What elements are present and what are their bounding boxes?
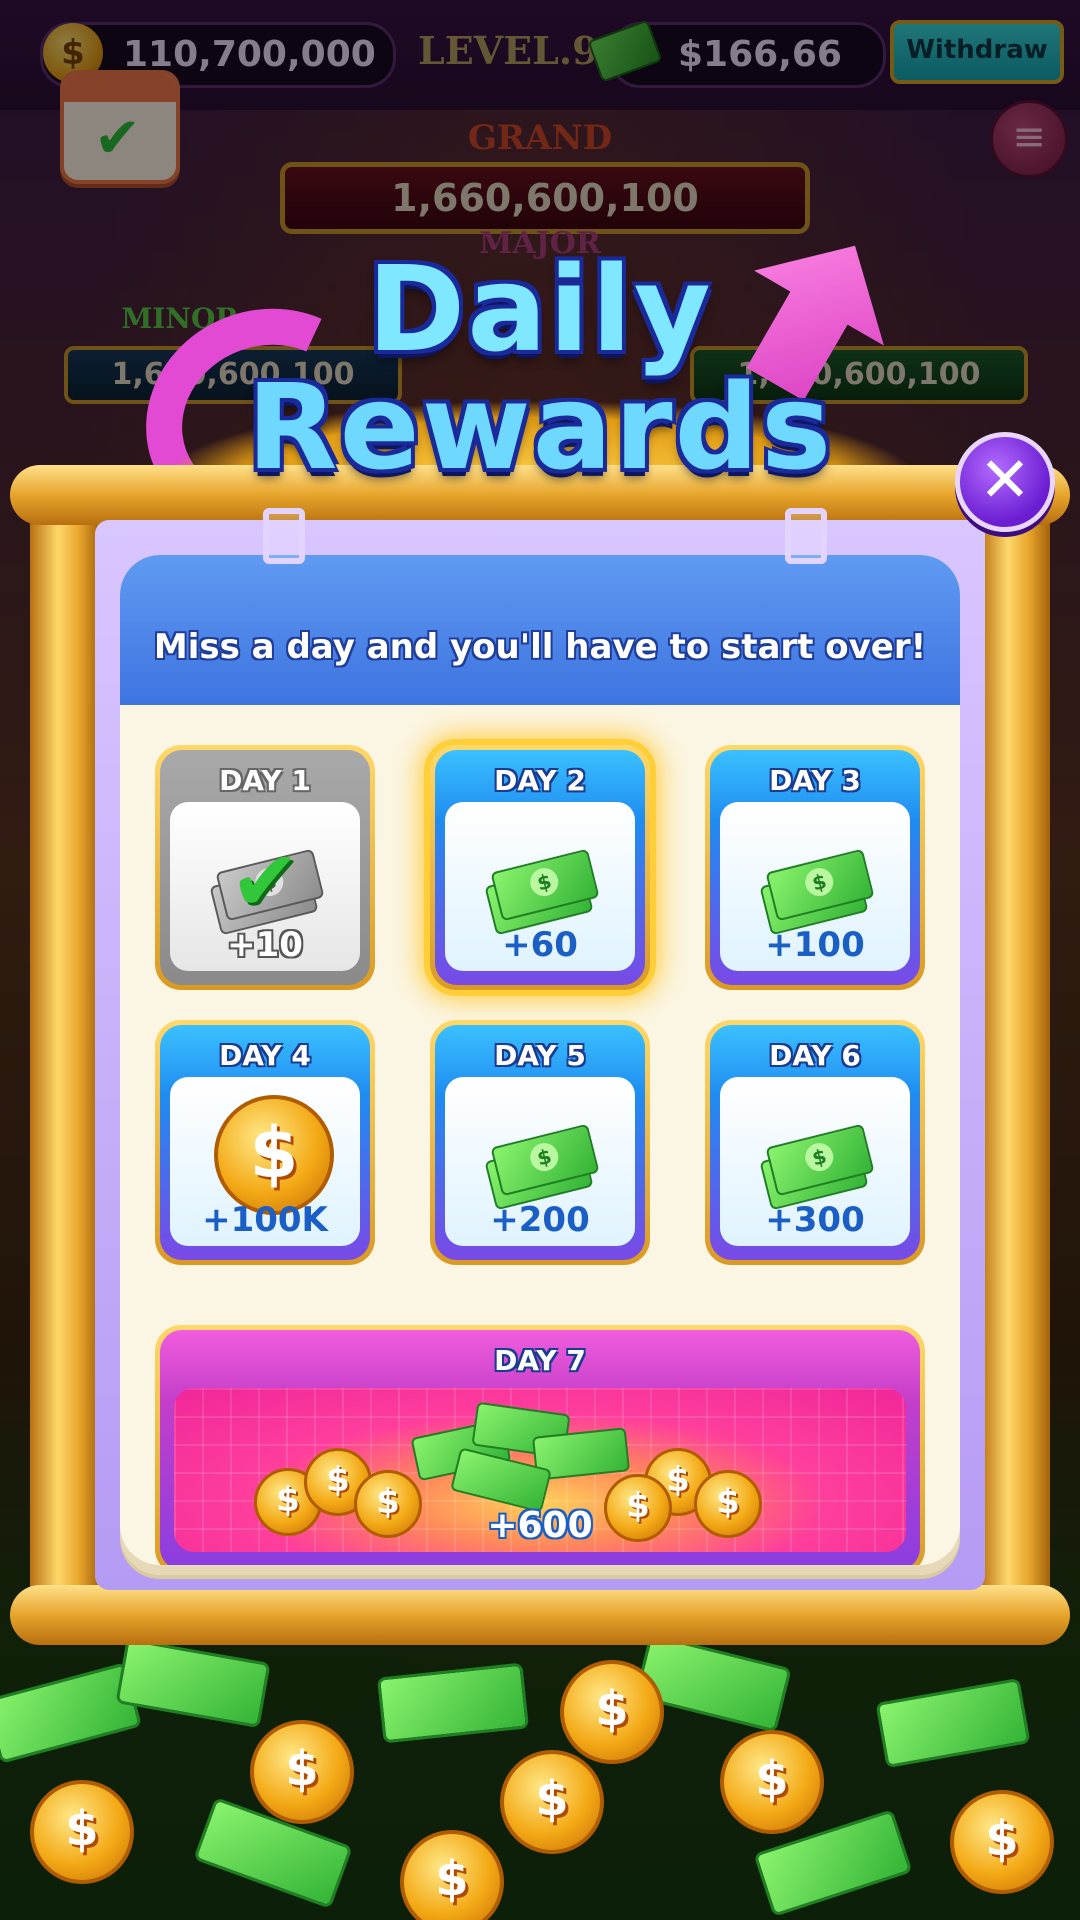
- daily-rewards-panel: Miss a day and you'll have to start over…: [95, 508, 985, 1590]
- title-line-1: Daily: [367, 240, 713, 378]
- day-7-card[interactable]: DAY 7 $ $ $ $ $ $ +600: [155, 1325, 925, 1565]
- day-4-card[interactable]: DAY 4 $ +100K: [155, 1020, 375, 1265]
- day-label-text: DAY 2: [494, 764, 586, 797]
- binder-clip-right: [785, 508, 827, 564]
- claimed-check-icon: ✔: [230, 832, 301, 930]
- frame-bottom-bar: [10, 1585, 1070, 1645]
- rewards-sheet: Miss a day and you'll have to start over…: [120, 555, 960, 1565]
- day-label: DAY 1: [160, 764, 370, 797]
- reward-box: $ +60: [445, 802, 635, 971]
- day-card-frame: DAY 3 $ +100: [710, 750, 920, 985]
- reward-box: $ +200: [445, 1077, 635, 1246]
- day-label-text: DAY 6: [769, 1039, 861, 1072]
- reward-amount: +200: [490, 1200, 590, 1240]
- grand-reward-box: $ $ $ $ $ $ +600: [174, 1388, 906, 1552]
- reward-amount: +10: [227, 925, 303, 965]
- coin-icon: $: [720, 1730, 824, 1834]
- reward-box: $ +100K: [170, 1077, 360, 1246]
- binder-clip-left: [263, 508, 305, 564]
- coin-icon: $: [950, 1790, 1054, 1894]
- title-line-2: Rewards: [246, 358, 834, 496]
- day-card-frame: DAY 1 $ ✔ +10: [160, 750, 370, 985]
- bill: [376, 1662, 530, 1744]
- dollar-icon: $: [802, 865, 837, 900]
- cash-stack-icon: $: [484, 848, 600, 936]
- day-label-text: DAY 1: [219, 764, 311, 797]
- reward-amount: +300: [765, 1200, 865, 1240]
- reward-box: $ +100: [720, 802, 910, 971]
- gold-coin-icon: $: [214, 1095, 334, 1215]
- cash-stack-icon: $: [759, 1123, 875, 1211]
- reward-amount: +100K: [202, 1200, 328, 1240]
- day-2-card[interactable]: DAY 2 $ +60: [430, 745, 650, 990]
- money-pile-decoration: $ $ $ $ $ $ $: [0, 1620, 1080, 1920]
- day-3-card[interactable]: DAY 3 $ +100: [705, 745, 925, 990]
- day-label-text: DAY 5: [494, 1039, 586, 1072]
- day-card-frame: DAY 2 $ +60: [435, 750, 645, 985]
- day-card-frame: DAY 5 $ +200: [435, 1025, 645, 1260]
- coin-icon: $: [250, 1720, 354, 1824]
- dollar-icon: $: [527, 865, 562, 900]
- reward-amount: +100: [765, 925, 865, 965]
- cash-stack-icon: $: [759, 848, 875, 936]
- dollar-icon: $: [802, 1140, 837, 1175]
- reward-amount: +600: [487, 1505, 593, 1546]
- dialog-title: Daily Rewards: [190, 250, 890, 486]
- dollar-icon: $: [527, 1140, 562, 1175]
- reward-amount: +60: [502, 925, 578, 965]
- day-label: DAY 5: [435, 1039, 645, 1072]
- day-6-card[interactable]: DAY 6 $ +300: [705, 1020, 925, 1265]
- day-label-text: DAY 4: [219, 1039, 311, 1072]
- frame-pillar-left: [30, 505, 100, 1605]
- bill: [875, 1677, 1031, 1769]
- close-button[interactable]: ✕: [955, 432, 1055, 532]
- coin-icon: $: [30, 1780, 134, 1884]
- reward-box: $ +300: [720, 1077, 910, 1246]
- day-card-frame: DAY 4 $ +100K: [160, 1025, 370, 1260]
- coin-icon: $: [500, 1750, 604, 1854]
- cash-stack-icon: $: [484, 1123, 600, 1211]
- day-1-card[interactable]: DAY 1 $ ✔ +10: [155, 745, 375, 990]
- reward-box: $ ✔ +10: [170, 802, 360, 971]
- day-label: DAY 6: [710, 1039, 920, 1072]
- day-5-card[interactable]: DAY 5 $ +200: [430, 1020, 650, 1265]
- streak-warning: Miss a day and you'll have to start over…: [153, 627, 927, 667]
- day-label: DAY 3: [710, 764, 920, 797]
- day-label-text: DAY 3: [769, 764, 861, 797]
- coin-icon: $: [400, 1830, 504, 1920]
- day-label: DAY 4: [160, 1039, 370, 1072]
- sheet-header: Miss a day and you'll have to start over…: [120, 555, 960, 705]
- coin-icon: $: [560, 1660, 664, 1764]
- frame-pillar-right: [980, 505, 1050, 1605]
- day-card-frame: DAY 7 $ $ $ $ $ $ +600: [160, 1330, 920, 1565]
- day-label-text: DAY 7: [494, 1344, 586, 1377]
- day-card-frame: DAY 6 $ +300: [710, 1025, 920, 1260]
- day-label: DAY 7: [160, 1344, 920, 1377]
- day-label: DAY 2: [435, 764, 645, 797]
